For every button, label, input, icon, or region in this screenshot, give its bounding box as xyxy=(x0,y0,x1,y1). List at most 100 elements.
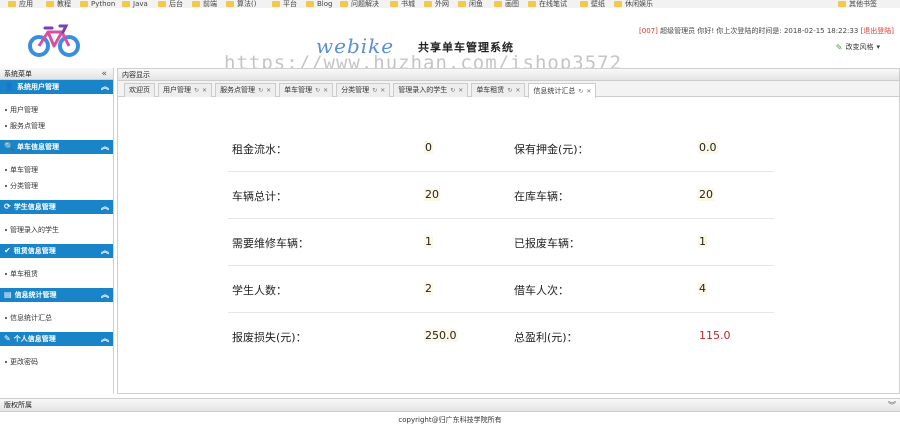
bookmark-item[interactable]: 外网 xyxy=(424,0,449,8)
bookmark-item[interactable]: 书城 xyxy=(390,0,415,8)
footer-title-label: 版权所属 xyxy=(4,401,32,409)
menu-group-bike-info[interactable]: 🔍 单车信息管理 ︽ xyxy=(0,140,113,154)
tab-bike-management[interactable]: 单车管理 ↻ ✕ xyxy=(279,83,334,97)
folder-icon xyxy=(80,1,88,7)
tab-label: 单车管理 xyxy=(284,86,313,94)
refresh-icon[interactable]: ↻ xyxy=(258,84,263,97)
user-icon: 👤 xyxy=(4,82,14,91)
close-icon[interactable]: ✕ xyxy=(266,84,271,97)
menu-group-statistics[interactable]: ▤ 信息统计管理 ︽ xyxy=(0,288,113,302)
chevron-up-icon: ︽ xyxy=(101,142,109,151)
close-icon[interactable]: ✕ xyxy=(380,84,385,97)
bookmark-item[interactable]: 应用 xyxy=(8,0,33,8)
menu-item-change-password[interactable]: 更改密码 xyxy=(0,354,113,370)
bookmark-item[interactable]: 平台 xyxy=(272,0,297,8)
close-icon[interactable]: ✕ xyxy=(458,84,463,97)
menu-group-label: 信息统计管理 xyxy=(14,291,57,299)
menu-item-bike-rental[interactable]: 单车租赁 xyxy=(0,266,113,282)
brand-name: webike xyxy=(316,34,395,58)
stat-value: 1 xyxy=(424,235,433,248)
logout-link[interactable]: [退出登陆] xyxy=(861,27,894,35)
menu-item-students[interactable]: 管理录入的学生 xyxy=(0,222,113,238)
close-icon[interactable]: ✕ xyxy=(202,84,207,97)
stat-label: 报废损失(元)： xyxy=(232,331,307,344)
tab-service-point[interactable]: 服务点管理 ↻ ✕ xyxy=(215,83,277,97)
bookmark-item[interactable]: 休闲娱乐 xyxy=(614,0,653,8)
search-icon: 🔍 xyxy=(4,142,14,151)
menu-item-service-point[interactable]: 服务点管理 xyxy=(0,118,113,134)
tab-user-management[interactable]: 用户管理 ↻ ✕ xyxy=(158,83,213,97)
stat-label: 借车人次： xyxy=(514,284,569,297)
folder-icon xyxy=(158,1,166,7)
stat-value: 0.0 xyxy=(698,141,718,154)
menu-group-system-users[interactable]: 👤 系统用户管理 ︽ xyxy=(0,80,113,94)
bookmark-item[interactable]: Python xyxy=(80,0,115,8)
tab-welcome[interactable]: 欢迎页 xyxy=(124,83,155,97)
close-icon[interactable]: ✕ xyxy=(323,84,328,97)
chevron-up-icon: ︽ xyxy=(101,334,109,343)
stat-row: 租金流水： 0 保有押金(元)： 0.0 xyxy=(228,125,774,172)
menu-group-personal-info[interactable]: ✎ 个人信息管理 ︽ xyxy=(0,332,113,346)
refresh-icon[interactable]: ↻ xyxy=(450,84,455,97)
folder-icon xyxy=(838,1,846,7)
stat-label: 在库车辆： xyxy=(514,190,569,203)
bookmark-item[interactable]: 其他书签 xyxy=(838,0,877,8)
close-icon[interactable]: ✕ xyxy=(586,85,591,98)
chevron-up-icon: ︽ xyxy=(101,202,109,211)
stat-value: 4 xyxy=(698,282,707,295)
menu-group-student-info[interactable]: ⟳ 学生信息管理 ︽ xyxy=(0,200,113,214)
stat-label: 学生人数： xyxy=(232,284,287,297)
tab-label: 欢迎页 xyxy=(129,86,150,94)
brand-subtitle: 共享单车管理系统 xyxy=(418,41,514,54)
check-icon: ✔ xyxy=(4,246,11,255)
refresh-icon[interactable]: ↻ xyxy=(578,85,583,98)
folder-icon xyxy=(306,1,314,7)
pencil-icon: ✎ xyxy=(4,334,11,343)
bookmark-item[interactable]: 在线笔试 xyxy=(528,0,567,8)
stat-row: 报废损失(元)： 250.0 总盈利(元)： 115.0 xyxy=(228,313,774,360)
app-header: webike 共享单车管理系统 [007] 超级管理员 你好! 你上次登陆的时间… xyxy=(0,8,900,74)
refresh-icon[interactable]: ↻ xyxy=(315,84,320,97)
content-panel: 内容显示 欢迎页 用户管理 ↻ ✕ 服务点管理 ↻ ✕ 单车管理 ↻ ✕ 分类管理 ↻ ✕ 管理… xyxy=(117,68,900,394)
tab-students[interactable]: 管理录入的学生 ↻ ✕ xyxy=(393,83,469,97)
tab-bike-rental[interactable]: 单车租赁 ↻ ✕ xyxy=(471,83,526,97)
caret-down-icon: ▾ xyxy=(876,43,880,51)
bookmark-item[interactable]: 后台 xyxy=(158,0,183,8)
tab-category-management[interactable]: 分类管理 ↻ ✕ xyxy=(336,83,391,97)
refresh-icon[interactable]: ↻ xyxy=(372,84,377,97)
list-icon: ▤ xyxy=(4,290,12,299)
bookmark-item[interactable]: 算法() xyxy=(226,0,256,8)
folder-icon xyxy=(8,1,16,7)
menu-item-user-management[interactable]: 用户管理 xyxy=(0,102,113,118)
chevron-down-icon[interactable]: ︾ xyxy=(888,399,896,412)
content-title: 内容显示 xyxy=(118,69,899,81)
refresh-icon: ⟳ xyxy=(4,202,11,211)
user-login-info: 超级管理员 你好! 你上次登陆的时间是: 2018-02-15 18:22:33 xyxy=(660,27,859,35)
collapse-sidebar-icon[interactable]: « xyxy=(101,68,107,80)
change-theme-button[interactable]: ✎ 改变风格 ▾ xyxy=(836,42,880,52)
refresh-icon[interactable]: ↻ xyxy=(507,84,512,97)
tab-bar: 欢迎页 用户管理 ↻ ✕ 服务点管理 ↻ ✕ 单车管理 ↻ ✕ 分类管理 ↻ ✕ 管理录入的学生… xyxy=(118,81,899,98)
bookmark-item[interactable]: 壁纸 xyxy=(580,0,605,8)
menu-item-statistics-summary[interactable]: 信息统计汇总 xyxy=(0,310,113,326)
menu-group-rental-info[interactable]: ✔ 租赁信息管理 ︽ xyxy=(0,244,113,258)
tab-statistics-summary[interactable]: 信息统计汇总 ↻ ✕ xyxy=(528,83,597,98)
stat-row: 车辆总计： 20 在库车辆： 20 xyxy=(228,172,774,219)
bookmark-item[interactable]: Blog xyxy=(306,0,332,8)
bookmark-item[interactable]: 前端 xyxy=(192,0,217,8)
bookmark-item[interactable]: 教程 xyxy=(46,0,71,8)
statistics-table: 租金流水： 0 保有押金(元)： 0.0 车辆总计： 20 在库车辆： 20 需… xyxy=(228,125,774,360)
bike-logo-icon xyxy=(28,24,80,57)
bookmark-item[interactable]: 问题解决 xyxy=(340,0,379,8)
stat-value: 20 xyxy=(424,188,440,201)
menu-item-bike-management[interactable]: 单车管理 xyxy=(0,162,113,178)
close-icon[interactable]: ✕ xyxy=(515,84,520,97)
bookmark-item[interactable]: Java xyxy=(122,0,148,8)
bookmark-item[interactable]: 闲鱼 xyxy=(458,0,483,8)
refresh-icon[interactable]: ↻ xyxy=(194,84,199,97)
menu-group-label: 租赁信息管理 xyxy=(13,247,56,255)
menu-item-category-management[interactable]: 分类管理 xyxy=(0,178,113,194)
sidebar: 系统菜单 « 👤 系统用户管理 ︽ 用户管理 服务点管理 🔍 单车信息管理 ︽ … xyxy=(0,68,114,394)
stat-label: 已报废车辆： xyxy=(514,237,580,250)
bookmark-item[interactable]: 画图 xyxy=(494,0,519,8)
